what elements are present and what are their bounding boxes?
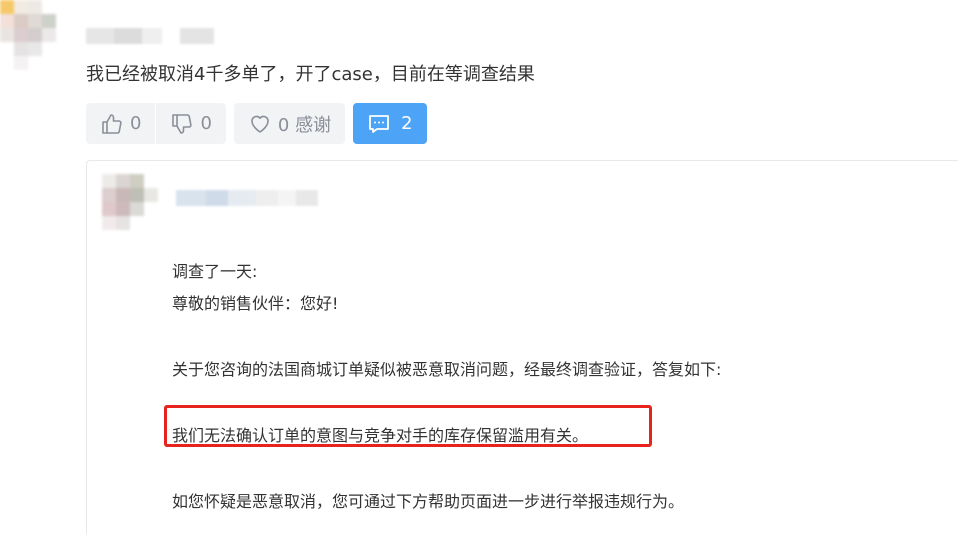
reply-line: 关于您咨询的法国商城订单疑似被恶意取消问题，经最终调查验证，答复如下: xyxy=(172,360,722,379)
reply-line: 如您怀疑是恶意取消，您可通过下方帮助页面进一步进行举报违规行为。 xyxy=(172,492,685,511)
thumbs-up-icon xyxy=(100,112,124,136)
highlight-annotation-box xyxy=(164,405,652,447)
thanks-group: 0 感谢 xyxy=(233,103,346,144)
reply-username-blurred[interactable] xyxy=(176,190,318,206)
comment-text: 我已经被取消4千多单了，开了case，目前在等调查结果 xyxy=(86,64,535,85)
comment-thread: 我已经被取消4千多单了，开了case，目前在等调查结果 0 0 0 感谢 2 调… xyxy=(0,0,958,534)
dislike-button[interactable]: 0 xyxy=(156,103,225,144)
like-count: 0 xyxy=(130,113,142,134)
reply-panel xyxy=(86,160,958,534)
reply-line: 调查了一天: xyxy=(172,262,258,281)
comment-icon xyxy=(367,112,391,136)
vote-group: 0 0 xyxy=(86,103,226,144)
heart-icon xyxy=(248,112,272,136)
reply-avatar[interactable] xyxy=(102,174,158,230)
like-button[interactable]: 0 xyxy=(86,103,155,144)
dislike-count: 0 xyxy=(200,113,212,134)
comment-actions: 0 0 0 感谢 2 xyxy=(86,103,427,144)
reply-line: 尊敬的销售伙伴：您好! xyxy=(172,294,339,313)
avatar[interactable] xyxy=(0,0,56,70)
reply-button[interactable]: 2 xyxy=(353,103,427,144)
username-blurred[interactable] xyxy=(86,28,214,44)
thumbs-down-icon xyxy=(170,112,194,136)
thanks-label: 0 感谢 xyxy=(277,114,332,136)
thanks-button[interactable]: 0 感谢 xyxy=(234,103,345,144)
reply-count: 2 xyxy=(401,113,413,134)
